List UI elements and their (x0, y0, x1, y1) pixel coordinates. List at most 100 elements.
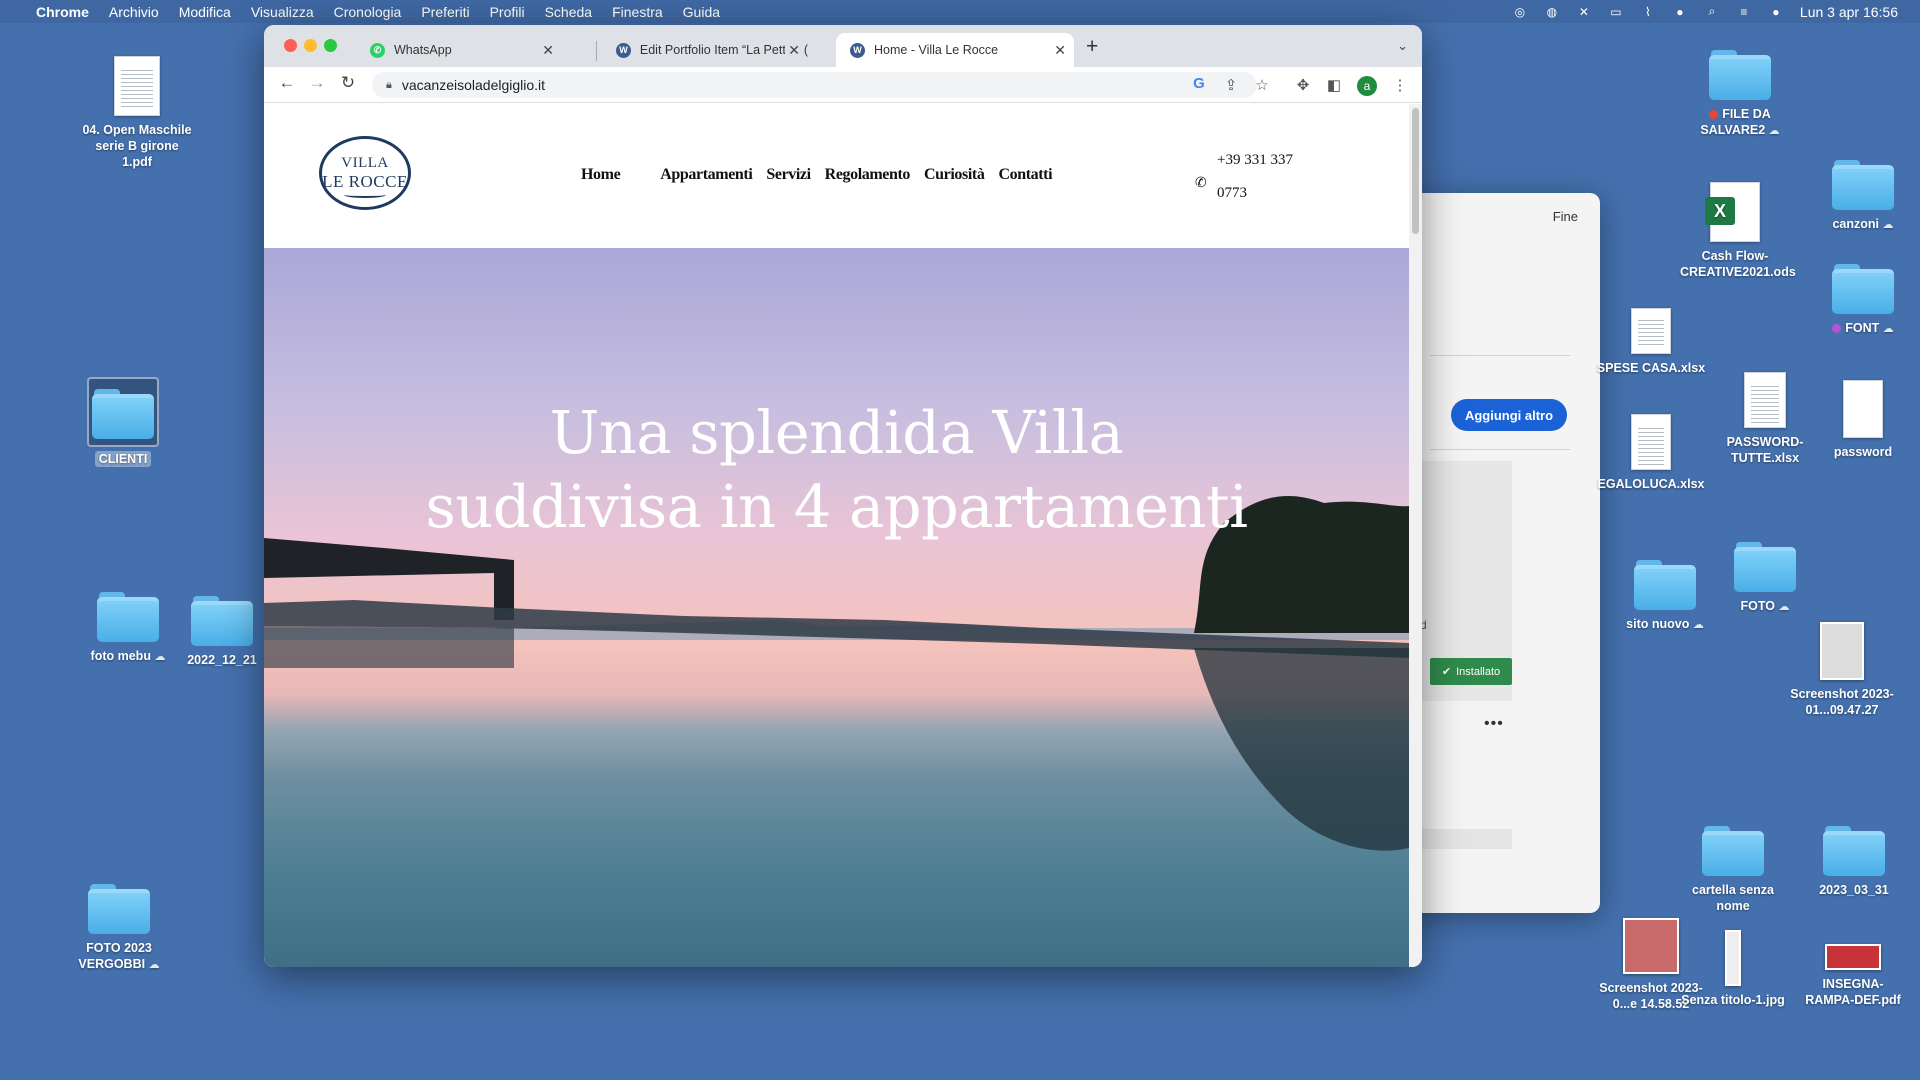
tab-edit-portfolio[interactable]: W Edit Portfolio Item “La Petti” ‹ ( ✕ (602, 33, 808, 67)
desktop-file-cashflow[interactable]: X Cash Flow-CREATIVE2021.ods (1680, 182, 1796, 280)
share-icon[interactable]: ⇪ (1222, 76, 1240, 94)
desktop-folder-foto-2023[interactable]: FOTO 2023 VERGOBBI ☁ (64, 884, 174, 973)
desktop-file-label: password (1833, 445, 1893, 459)
page-scrollbar[interactable] (1409, 104, 1422, 967)
phone-number[interactable]: +39 331 337 0773 (1217, 152, 1293, 201)
control-center-icon[interactable]: ≡ (1736, 5, 1752, 19)
desktop-file-pdf[interactable]: 04. Open Maschile serie B girone 1.pdf (82, 56, 192, 170)
spreadsheet-file-icon (1631, 414, 1671, 470)
desktop-folder-file-da-salvare[interactable]: FILE DA SALVARE2 ☁ (1685, 50, 1795, 139)
logo-line-2: LE ROCCE (322, 172, 408, 191)
tab-whatsapp[interactable]: ✆ WhatsApp ✕ (356, 33, 562, 67)
tab-home-villa-le-rocce[interactable]: W Home - Villa Le Rocce ✕ (836, 33, 1074, 67)
desktop-file-senza-titolo[interactable]: Senza titolo-1.jpg (1678, 930, 1788, 1008)
desktop-file-password-tutte[interactable]: PASSWORD-TUTTE.xlsx (1710, 372, 1820, 466)
whatsapp-favicon-icon: ✆ (370, 42, 385, 58)
desktop-file-screenshot-1[interactable]: Screenshot 2023-01...09.47.27 (1787, 622, 1897, 718)
nav-servizi[interactable]: Servizi (766, 166, 811, 184)
forward-icon[interactable]: → (306, 73, 328, 93)
back-icon[interactable]: ← (276, 73, 298, 93)
address-bar[interactable]: 🔒︎ vacanzeisoladelgiglio.it (372, 72, 1257, 98)
menu-app-name[interactable]: Chrome (36, 4, 89, 20)
hero-title-line-1: Una splendida Villa (549, 398, 1124, 467)
new-tab-icon[interactable]: + (1086, 35, 1098, 59)
menubar-clock[interactable]: Lun 3 apr 16:56 (1800, 4, 1898, 20)
nav-appartamenti[interactable]: Appartamenti (660, 166, 752, 184)
add-more-button[interactable]: Aggiungi altro (1451, 399, 1567, 431)
desktop-folder-label: canzoni (1832, 217, 1880, 231)
folder-icon (1832, 160, 1894, 210)
phone-contact[interactable]: ✆ +39 331 337 0773 (1195, 144, 1317, 210)
scrollbar-thumb[interactable] (1412, 108, 1419, 234)
background-app-window: Fine Aggiungi altro d ✔ Installato ••• (1400, 193, 1600, 913)
done-button[interactable]: Fine (1553, 209, 1578, 224)
nav-home[interactable]: Home (581, 166, 621, 184)
desktop-folder-2023-03-31[interactable]: 2023_03_31 (1799, 826, 1909, 898)
site-header: VILLA LE ROCCE Home Appartamenti Servizi… (264, 104, 1409, 248)
backup-icon[interactable]: ◍ (1544, 5, 1560, 19)
desktop-folder-foto[interactable]: FOTO ☁ (1710, 542, 1820, 615)
menu-profili[interactable]: Profili (490, 4, 525, 20)
desktop-folder-2022-12-21[interactable]: 2022_12_21 (167, 596, 277, 668)
menu-guida[interactable]: Guida (683, 4, 720, 20)
desktop-file-label: EGALOLUCA.xlsx (1597, 477, 1705, 491)
profile-avatar[interactable]: a (1357, 76, 1377, 96)
logo-wave-icon (344, 192, 386, 198)
desktop-file-spese-casa[interactable]: SPESE CASA.xlsx (1596, 308, 1706, 376)
nav-curiosita[interactable]: Curiosità (924, 166, 985, 184)
desktop-folder-sito-nuovo[interactable]: sito nuovo ☁ (1610, 560, 1720, 633)
nav-contatti[interactable]: Contatti (998, 166, 1052, 184)
main-navigation: Home Appartamenti Servizi Regolamento Cu… (581, 166, 1066, 184)
spotlight-search-icon[interactable]: ⌕ (1704, 4, 1720, 18)
desktop-folder-label: FONT (1845, 321, 1880, 335)
close-window-button[interactable] (284, 39, 297, 52)
desktop-file-insegna[interactable]: INSEGNA-RAMPA-DEF.pdf (1798, 944, 1908, 1008)
wifi-off-icon[interactable]: ⌇ (1640, 5, 1656, 19)
chrome-menu-icon[interactable]: ⋮ (1391, 76, 1409, 94)
google-translate-icon[interactable]: G (1190, 75, 1208, 92)
close-tab-icon[interactable]: ✕ (785, 41, 800, 59)
battery-icon[interactable]: ▭ (1608, 5, 1624, 19)
menu-preferiti[interactable]: Preferiti (421, 4, 469, 20)
desktop-folder-clienti[interactable]: CLIENTI (68, 377, 178, 467)
desktop-file-egaloluca[interactable]: EGALOLUCA.xlsx (1596, 414, 1706, 492)
folder-icon (1823, 826, 1885, 876)
creative-cloud-icon[interactable]: ◎ (1512, 5, 1528, 19)
spreadsheet-file-icon (1744, 372, 1786, 428)
desktop-folder-label: FOTO 2023 VERGOBBI (78, 941, 152, 971)
user-icon[interactable]: ● (1672, 5, 1688, 19)
flag-icon[interactable]: ● (1768, 5, 1784, 19)
lock-icon[interactable]: 🔒︎ (386, 79, 392, 92)
tab-search-chevron-icon[interactable]: ⌄ (1397, 38, 1408, 54)
desktop-folder-label: cartella senza nome (1692, 883, 1774, 913)
villa-le-rocce-logo[interactable]: VILLA LE ROCCE (319, 136, 411, 210)
minimize-window-button[interactable] (304, 39, 317, 52)
menu-finestra[interactable]: Finestra (612, 4, 663, 20)
desktop-folder-canzoni[interactable]: canzoni ☁ (1808, 160, 1918, 233)
desktop-file-label: Senza titolo-1.jpg (1681, 993, 1785, 1007)
desktop-folder-font[interactable]: FONT ☁ (1808, 264, 1918, 337)
mute-icon[interactable]: ✕ (1576, 5, 1592, 19)
menu-visualizza[interactable]: Visualizza (251, 4, 314, 20)
folder-icon (88, 884, 150, 934)
close-tab-icon[interactable]: ✕ (1054, 42, 1066, 59)
zoom-window-button[interactable] (324, 39, 337, 52)
extensions-puzzle-icon[interactable]: ✥ (1294, 76, 1312, 94)
desktop-folder-cartella-senza-nome[interactable]: cartella senza nome (1678, 826, 1788, 914)
menu-scheda[interactable]: Scheda (545, 4, 592, 20)
status-area: ◎ ◍ ✕ ▭ ⌇ ● ⌕ ≡ ● Lun 3 apr 16:56 (1512, 0, 1898, 23)
menu-modifica[interactable]: Modifica (179, 4, 231, 20)
url-text[interactable]: vacanzeisoladelgiglio.it (402, 77, 545, 93)
close-tab-icon[interactable]: ✕ (542, 42, 554, 59)
nav-regolamento[interactable]: Regolamento (825, 166, 911, 184)
side-panel-icon[interactable]: ◧ (1325, 76, 1343, 94)
bookmark-star-icon[interactable]: ☆ (1253, 76, 1271, 94)
spreadsheet-file-icon (1631, 308, 1671, 354)
pdf-thumbnail (1825, 944, 1881, 970)
reload-icon[interactable]: ↻ (337, 73, 359, 93)
pdf-file-icon (114, 56, 160, 116)
desktop-file-password[interactable]: password (1808, 380, 1918, 460)
menu-cronologia[interactable]: Cronologia (334, 4, 402, 20)
more-options-icon[interactable]: ••• (1484, 715, 1504, 733)
menu-archivio[interactable]: Archivio (109, 4, 159, 20)
